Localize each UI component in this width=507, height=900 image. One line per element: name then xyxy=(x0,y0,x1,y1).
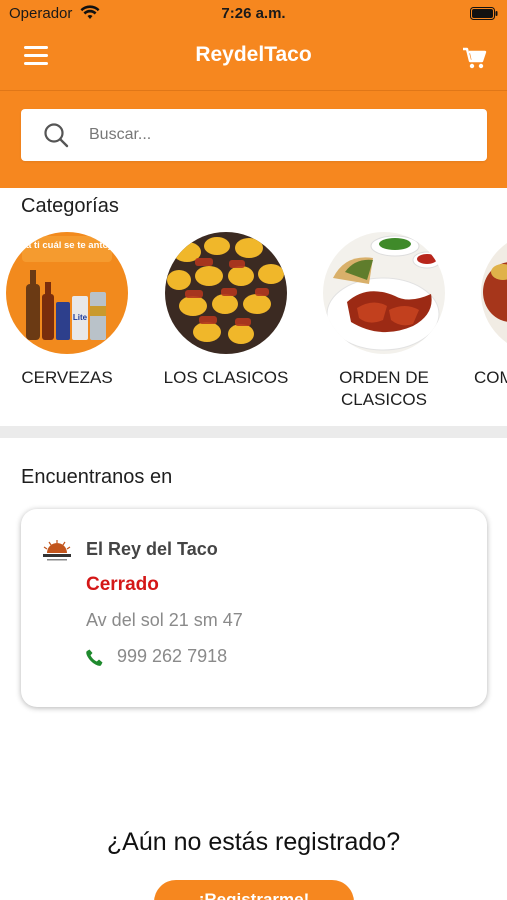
register-button[interactable]: ¡Registrarme! xyxy=(154,880,354,900)
category-partial-image xyxy=(481,232,507,354)
branch-card[interactable]: El Rey del Taco Cerrado Av del sol 21 sm… xyxy=(21,509,487,707)
app-title: ReydelTaco xyxy=(195,43,312,66)
restaurant-logo-icon xyxy=(43,540,71,561)
top-header-area: Operador 7:26 a.m. ReydelTaco xyxy=(0,0,507,188)
search-input[interactable] xyxy=(89,119,469,151)
register-question: ¿Aún no estás registrado? xyxy=(106,828,401,856)
category-cervezas-image: ¿Y a ti cuál se te antojo? Lite xyxy=(6,232,128,354)
tacos-plate-illustration xyxy=(323,232,445,354)
category-orden-de-clasicos[interactable]: ORDEN DE CLASICOS xyxy=(319,232,449,411)
shopping-cart-icon[interactable] xyxy=(461,45,487,71)
locations-title: Encuentranos en xyxy=(21,466,173,488)
categories-carousel[interactable]: ¿Y a ti cuál se te antojo? Lite CERVEZAS xyxy=(0,232,507,422)
battery-icon xyxy=(470,7,498,20)
branch-address: Av del sol 21 sm 47 xyxy=(86,610,243,630)
category-label: ORDEN DE CLASICOS xyxy=(339,368,429,409)
tacos-tray-illustration xyxy=(165,232,287,354)
hamburger-menu-icon[interactable] xyxy=(24,46,48,66)
section-separator xyxy=(0,426,507,438)
categories-title: Categorías xyxy=(21,195,119,217)
category-label: CERVEZAS xyxy=(21,368,113,387)
category-orden-de-clasicos-image xyxy=(323,232,445,354)
svg-text:Lite: Lite xyxy=(73,313,88,322)
category-label: COM xyxy=(474,368,507,387)
clock: 7:26 a.m. xyxy=(221,5,286,22)
category-label: LOS CLASICOS xyxy=(163,368,289,387)
app-header: ReydelTaco xyxy=(0,28,507,90)
search-icon xyxy=(44,123,69,148)
branch-name: El Rey del Taco xyxy=(86,539,218,559)
status-bar: Operador 7:26 a.m. xyxy=(0,0,507,28)
category-cervezas-image-text: ¿Y a ti cuál se te antojo? xyxy=(11,240,122,251)
branch-phone-link[interactable]: 999 262 7918 xyxy=(117,646,227,667)
category-los-clasicos[interactable]: LOS CLASICOS xyxy=(161,232,291,389)
phone-icon xyxy=(86,649,103,666)
beer-bottles-illustration: ¿Y a ti cuál se te antojo? Lite xyxy=(6,232,128,354)
header-divider xyxy=(0,90,507,91)
search-bar xyxy=(21,109,487,161)
category-partial[interactable]: COM xyxy=(474,232,507,389)
food-illustration xyxy=(481,232,507,354)
category-los-clasicos-image xyxy=(165,232,287,354)
category-cervezas[interactable]: ¿Y a ti cuál se te antojo? Lite CERVEZAS xyxy=(2,232,132,389)
branch-status-badge: Cerrado xyxy=(86,574,159,595)
